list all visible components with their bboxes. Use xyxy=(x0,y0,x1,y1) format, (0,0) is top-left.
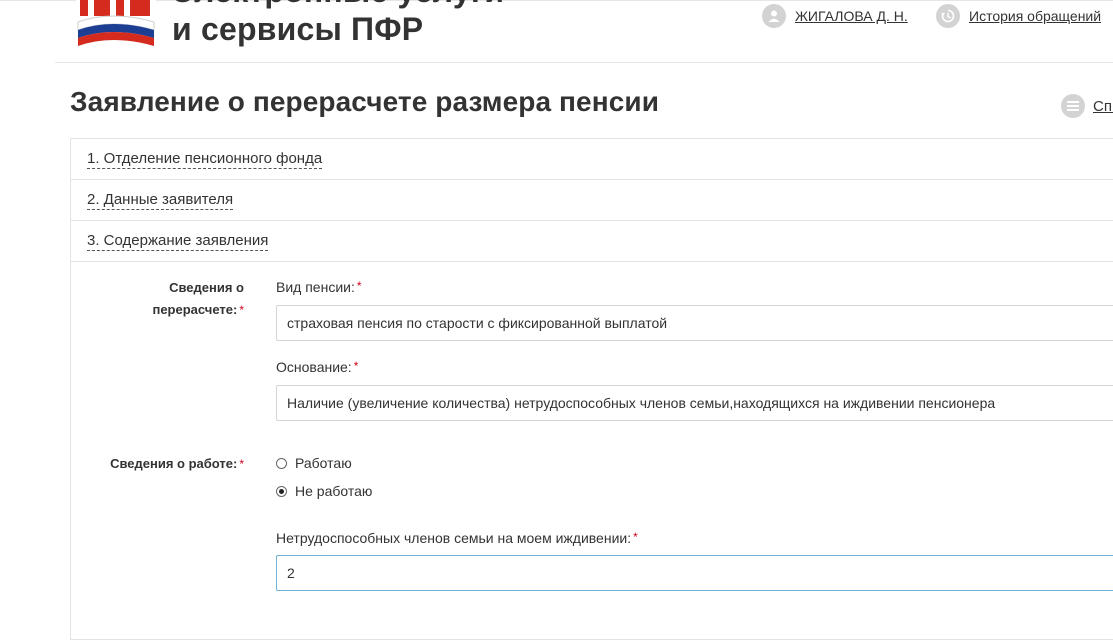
user-icon xyxy=(762,4,786,28)
radio-not-working-label[interactable]: Не работаю xyxy=(295,483,372,499)
basis-label-text: Основание: xyxy=(276,359,352,375)
recalc-section-label: Сведения о перерасчете: * xyxy=(120,277,244,321)
step-label[interactable]: 3. Содержание заявления xyxy=(87,232,269,251)
basis-label: Основание: * xyxy=(276,359,358,375)
basis-field[interactable]: Наличие (увеличение количества) нетрудос… xyxy=(276,385,1113,421)
required-mark: * xyxy=(356,279,362,293)
step-application-content[interactable]: 3. Содержание заявления xyxy=(71,221,1113,262)
brand-line-1: Электронные услуги xyxy=(172,0,504,10)
user-profile-link[interactable]: ЖИГАЛОВА Д. Н. xyxy=(762,4,908,28)
side-menu-link[interactable]: Спи xyxy=(1061,94,1113,118)
step-pension-fund[interactable]: 1. Отделение пенсионного фонда xyxy=(71,139,1113,180)
header-divider xyxy=(55,62,1113,63)
dependents-input[interactable]: 2 xyxy=(276,555,1113,591)
work-section-label-text: Сведения о работе: xyxy=(110,456,238,471)
recalc-section-line-1: Сведения о xyxy=(169,280,244,295)
brand-line-2: и сервисы ПФР xyxy=(172,11,424,47)
history-icon xyxy=(936,4,960,28)
step-label[interactable]: 1. Отделение пенсионного фонда xyxy=(87,150,323,169)
pension-type-label-text: Вид пенсии: xyxy=(276,279,355,295)
brand-title[interactable]: Электронные услуги и сервисы ПФР xyxy=(172,0,504,48)
required-mark: * xyxy=(633,530,638,544)
dependents-label: Нетрудоспособных членов семьи на моем иж… xyxy=(276,530,638,546)
list-icon xyxy=(1061,94,1085,118)
recalc-section-line-2: перерасчете: xyxy=(152,302,238,317)
history-label[interactable]: История обращений xyxy=(969,8,1101,24)
step-applicant-data[interactable]: 2. Данные заявителя xyxy=(71,180,1113,221)
radio-unchecked-icon[interactable] xyxy=(276,457,287,469)
work-section-label: Сведения о работе: * xyxy=(60,453,244,475)
radio-working-label[interactable]: Работаю xyxy=(295,455,352,471)
radio-not-working[interactable]: Не работаю xyxy=(276,483,372,499)
history-link[interactable]: История обращений xyxy=(936,4,1101,28)
radio-checked-icon[interactable] xyxy=(276,485,287,497)
user-name[interactable]: ЖИГАЛОВА Д. Н. xyxy=(795,8,908,24)
radio-working[interactable]: Работаю xyxy=(276,455,352,471)
pfr-logo-icon[interactable] xyxy=(72,0,158,52)
step-label[interactable]: 2. Данные заявителя xyxy=(87,191,234,210)
pension-type-label: Вид пенсии: * xyxy=(276,279,362,295)
pension-type-field[interactable]: страховая пенсия по старости с фиксирова… xyxy=(276,305,1113,341)
required-mark: * xyxy=(239,303,244,317)
site-header: Электронные услуги и сервисы ПФР ЖИГАЛОВ… xyxy=(0,0,1113,62)
side-menu-label[interactable]: Спи xyxy=(1093,98,1113,115)
dependents-label-text: Нетрудоспособных членов семьи на моем иж… xyxy=(276,530,632,546)
required-mark: * xyxy=(239,457,244,471)
required-mark: * xyxy=(353,359,359,373)
page-title: Заявление о перерасчете размера пенсии xyxy=(70,86,660,117)
